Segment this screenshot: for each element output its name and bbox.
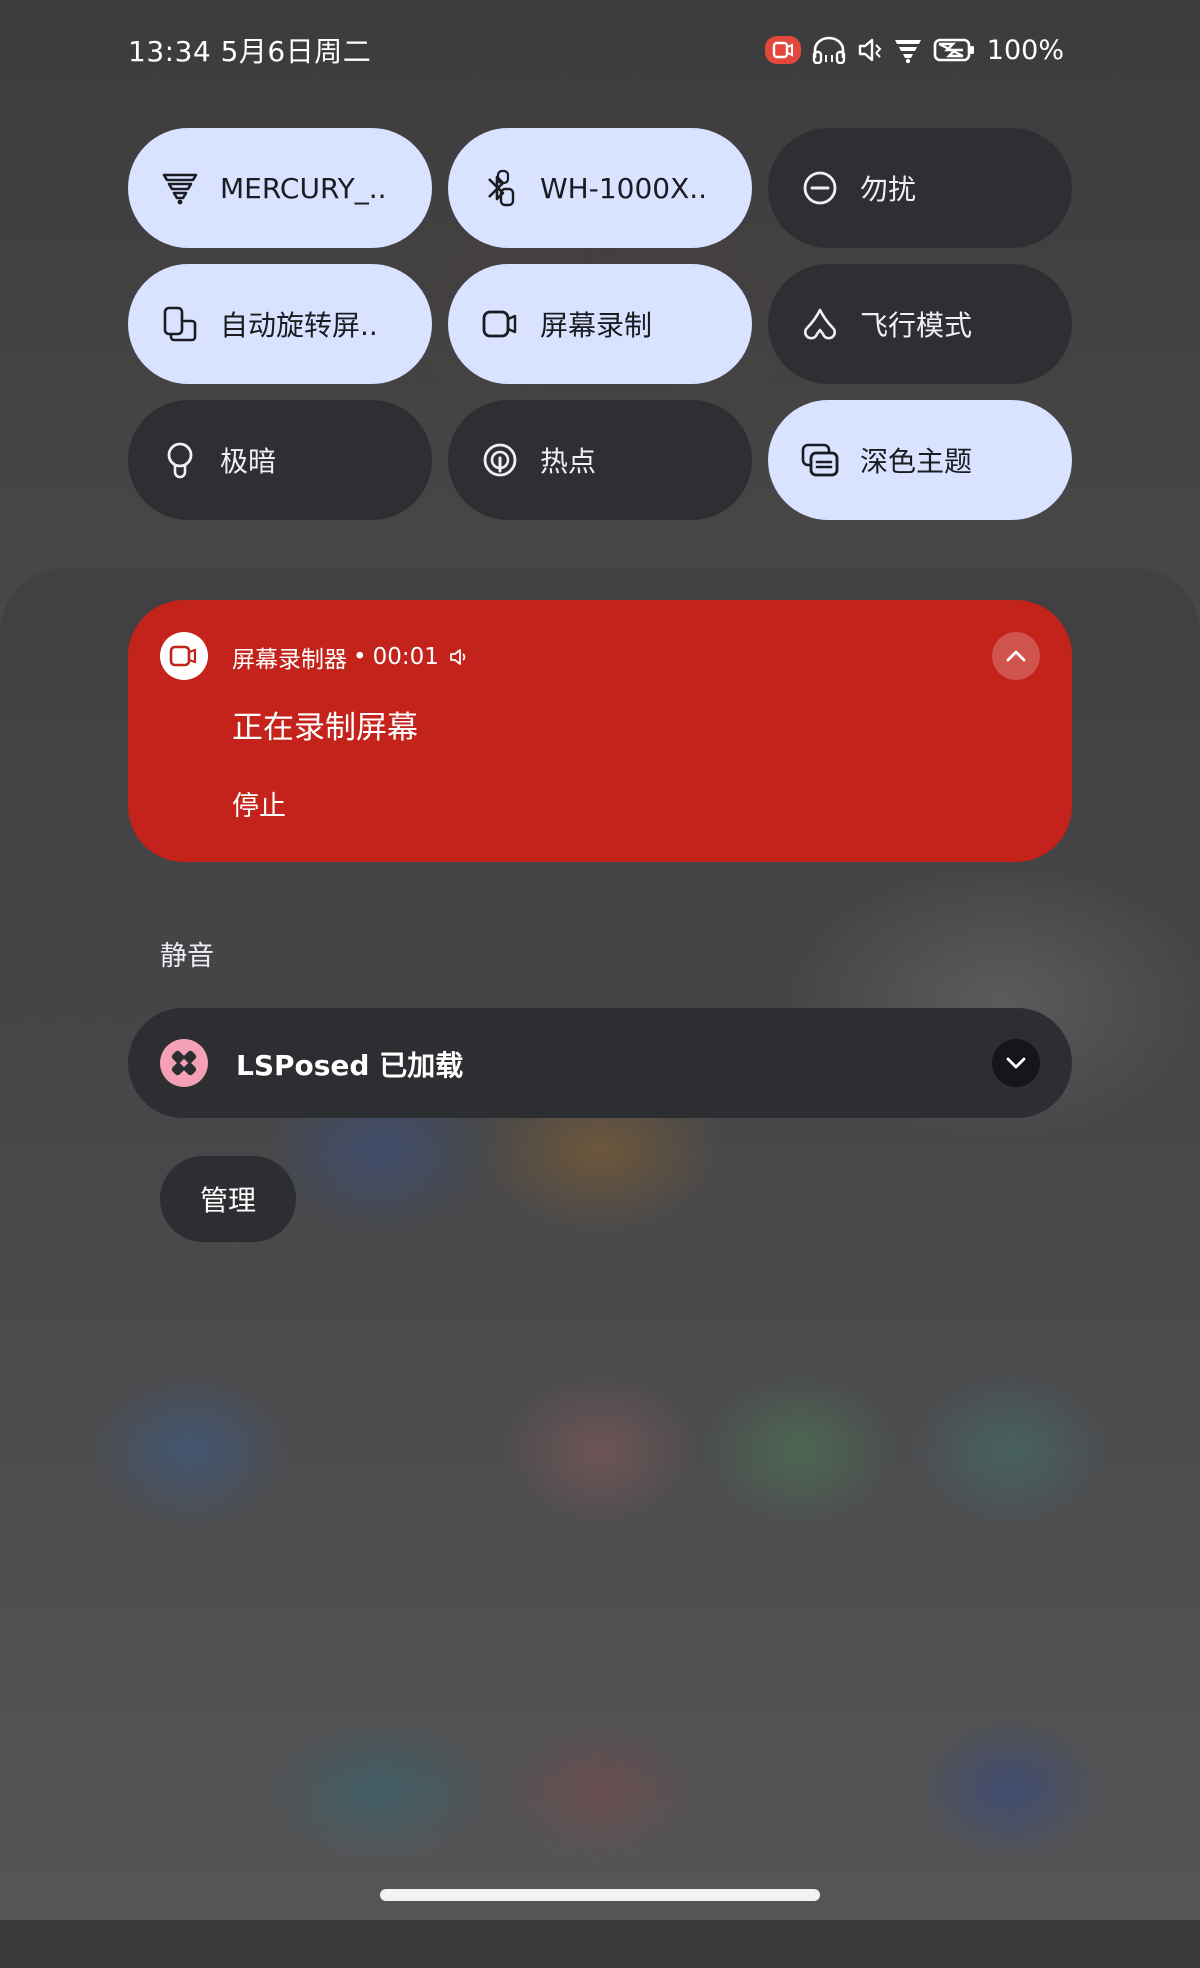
screen-recording-notification[interactable]: 屏幕录制器 • 00:01 正在录制屏幕 停止 — [128, 600, 1072, 862]
bluetooth-icon — [480, 168, 520, 208]
silent-section-label: 静音 — [160, 941, 214, 972]
headphones-icon — [811, 36, 847, 64]
elapsed-time: 00:01 — [372, 644, 439, 670]
tile-label: 极暗 — [220, 445, 277, 478]
tile-bluetooth[interactable]: WH-1000X.. — [448, 128, 752, 248]
tile-label: 深色主题 — [860, 445, 973, 478]
chevron-up-icon — [1006, 650, 1026, 662]
do-not-disturb-icon — [800, 168, 840, 208]
tile-label: 勿扰 — [860, 173, 917, 206]
tile-label: 热点 — [540, 445, 597, 478]
home-indicator[interactable] — [380, 1889, 820, 1901]
screen-record-icon — [480, 304, 520, 344]
status-icons: 100% — [764, 34, 1064, 66]
notification-title: 正在录制屏幕 — [232, 710, 418, 746]
vibrate-icon — [857, 36, 883, 64]
tile-hotspot[interactable]: 热点 — [448, 400, 752, 520]
quick-settings-tiles: MERCURY_.. WH-1000X.. 勿扰 自动旋转屏.. 屏幕录制 飞行… — [128, 128, 1072, 520]
status-time: 13:34 — [128, 35, 212, 68]
tile-auto-rotate[interactable]: 自动旋转屏.. — [128, 264, 432, 384]
status-date: 5月6日周二 — [220, 35, 372, 68]
chevron-down-icon — [1006, 1057, 1026, 1069]
auto-rotate-icon — [160, 304, 200, 344]
dark-theme-icon — [800, 440, 840, 480]
wifi-icon — [893, 36, 923, 64]
battery-percentage: 100% — [986, 34, 1064, 66]
tile-extra-dim[interactable]: 极暗 — [128, 400, 432, 520]
stop-button[interactable]: 停止 — [232, 784, 286, 823]
status-clock: 13:34 5月6日周二 — [128, 30, 371, 70]
expand-button[interactable] — [992, 1039, 1040, 1087]
tile-do-not-disturb[interactable]: 勿扰 — [768, 128, 1072, 248]
tile-label: MERCURY_.. — [220, 171, 387, 205]
lsposed-notification[interactable]: LSPosed 已加载 — [128, 1008, 1072, 1118]
sound-icon — [449, 646, 471, 668]
notification-header: 屏幕录制器 • 00:01 — [232, 640, 471, 674]
notification-title: LSPosed 已加载 — [236, 1049, 464, 1082]
tile-label: 屏幕录制 — [540, 309, 653, 342]
screen-recording-icon — [764, 36, 801, 64]
tile-airplane-mode[interactable]: 飞行模式 — [768, 264, 1072, 384]
separator-dot: • — [353, 644, 367, 670]
screen-record-icon — [160, 632, 208, 680]
collapse-button[interactable] — [992, 632, 1040, 680]
tile-wifi[interactable]: MERCURY_.. — [128, 128, 432, 248]
tile-label: 飞行模式 — [860, 309, 973, 342]
tile-dark-theme[interactable]: 深色主题 — [768, 400, 1072, 520]
manage-button[interactable]: 管理 — [160, 1156, 296, 1242]
extra-dim-icon — [160, 440, 200, 480]
airplane-icon — [800, 304, 840, 344]
lsposed-icon — [160, 1039, 208, 1087]
status-bar: 13:34 5月6日周二 100% — [128, 28, 1064, 72]
tile-screen-record[interactable]: 屏幕录制 — [448, 264, 752, 384]
tile-label: WH-1000X.. — [540, 171, 708, 205]
app-name: 屏幕录制器 — [232, 647, 347, 673]
tile-label: 自动旋转屏.. — [220, 309, 378, 342]
wifi-icon — [160, 168, 200, 208]
battery-charging-icon — [933, 36, 975, 64]
hotspot-icon — [480, 440, 520, 480]
